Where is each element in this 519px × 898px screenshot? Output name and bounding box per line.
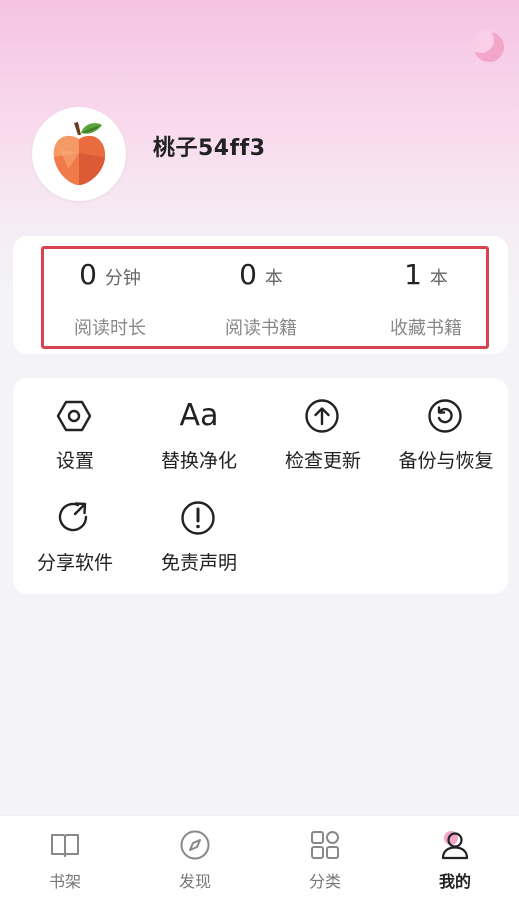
menu-check-update[interactable]: 检查更新 [261,378,385,472]
peach-logo-icon [53,122,106,185]
reading-stats-card: 0 分钟 阅读时长 0本 阅读书籍 1本 收藏书籍 [13,236,508,354]
menu-label: 免责声明 [160,552,237,574]
tab-label: 发现 [178,872,211,891]
text-aa-icon: Aa [179,398,219,433]
stat-label: 收藏书籍 [390,318,462,339]
stat-value: 0 [239,258,257,291]
menu-label: 替换净化 [160,450,237,472]
settings-hexagon-icon [56,400,92,432]
compass-icon [180,830,210,860]
tab-discover[interactable]: 发现 [130,816,260,898]
stat-unit: 本 [429,268,448,289]
menu-backup-restore[interactable]: 备份与恢复 [384,378,508,472]
stat-unit: 本 [264,268,283,289]
night-mode-moon-icon[interactable] [472,30,506,64]
menu-label: 检查更新 [284,450,361,472]
tab-label: 分类 [308,872,341,891]
tab-mine[interactable]: 我的 [390,816,519,898]
menu-settings[interactable]: 设置 [13,378,137,472]
menu-label: 分享软件 [36,552,113,574]
username[interactable]: 桃子54ff3 [153,130,266,162]
menu-label: 设置 [55,450,94,472]
tab-category[interactable]: 分类 [260,816,390,898]
restore-circle-icon [428,399,462,433]
exclamation-circle-icon [181,501,215,535]
tab-bookshelf[interactable]: 书架 [0,816,130,898]
stat-label: 阅读时长 [74,318,146,339]
book-icon [51,834,79,857]
user-icon [441,831,469,860]
menu-disclaimer[interactable]: 免责声明 [137,480,261,574]
stat-label: 阅读书籍 [225,318,297,339]
menu-label: 备份与恢复 [398,450,494,472]
avatar[interactable] [32,107,126,201]
bottom-tab-bar: 书架 发现 分类 我的 [0,815,519,898]
arrow-up-circle-icon [305,399,339,433]
function-menu: 设置 Aa 替换净化 检查更新 备份与恢复 分享软件 免责声明 [13,378,508,594]
tab-label: 书架 [48,872,81,891]
category-grid-icon [311,831,339,859]
stat-value: 0 [79,258,97,291]
menu-replace-purify[interactable]: Aa 替换净化 [137,378,261,472]
share-arrow-icon [58,502,88,532]
stat-value: 1 [404,258,422,291]
tab-label: 我的 [438,872,471,891]
menu-share-app[interactable]: 分享软件 [13,480,137,574]
stat-unit: 分钟 [104,268,141,289]
